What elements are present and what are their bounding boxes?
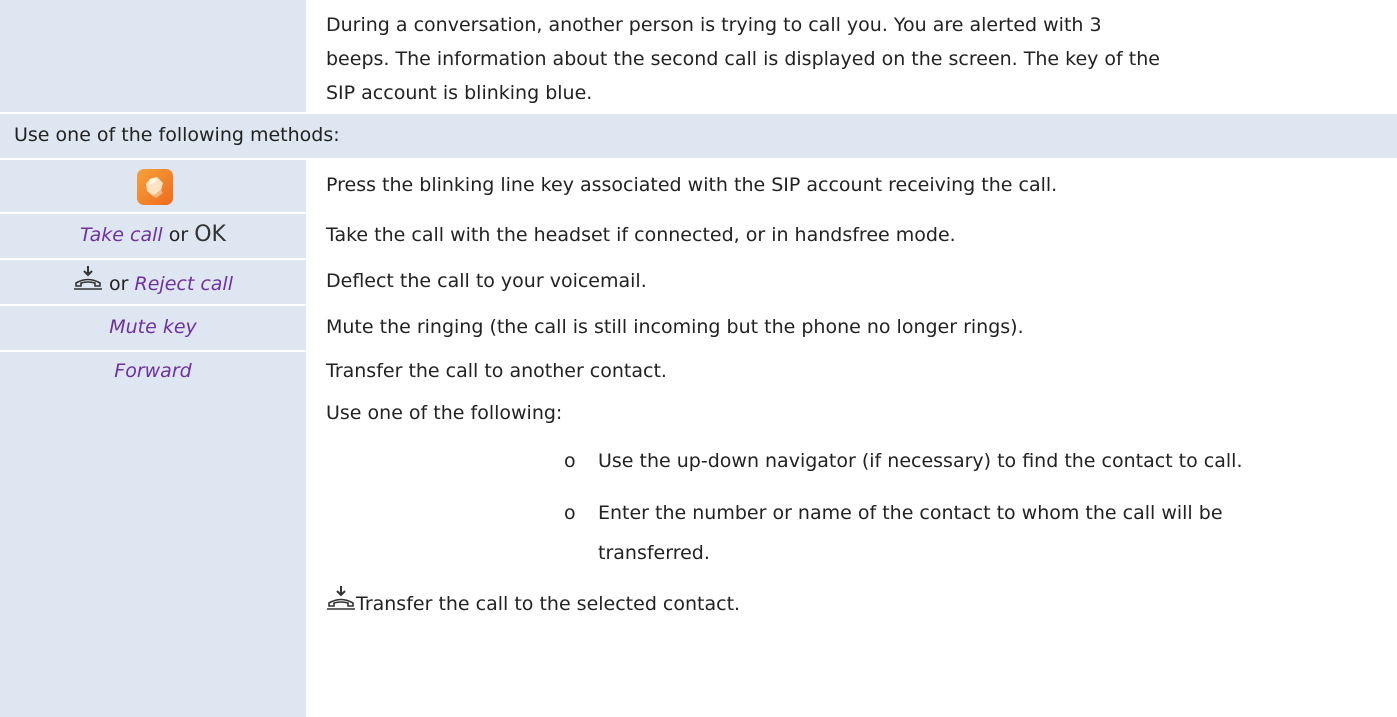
forward-final-text: Transfer the call to the selected contac…	[356, 593, 741, 615]
bullet-text: Enter the number or name of the contact …	[598, 502, 1223, 524]
method-desc: Take the call with the headset if connec…	[326, 224, 956, 246]
method-desc-cell: Deflect the call to your voicemail.	[308, 260, 1397, 304]
mute-key-softkey: Mute key	[109, 316, 197, 338]
take-call-softkey: Take call	[80, 224, 163, 246]
document-page: During a conversation, another person is…	[0, 0, 1397, 717]
intro-right-cell: During a conversation, another person is…	[308, 0, 1397, 112]
bullet-marker: o	[564, 502, 576, 524]
intro-line-2: beeps. The information about the second …	[326, 48, 1160, 70]
ok-key-icon: OK	[194, 222, 226, 247]
intro-line-3: SIP account is blinking blue.	[326, 82, 593, 104]
method-desc: Deflect the call to your voicemail.	[326, 270, 647, 292]
method-row-mute-key: Mute key Mute the ringing (the call is s…	[0, 306, 1397, 350]
intro-paragraph: During a conversation, another person is…	[326, 8, 1376, 110]
reject-call-softkey: Reject call	[134, 273, 233, 295]
intro-left-cell	[0, 0, 306, 112]
method-key-cell: Forward	[0, 352, 306, 717]
forward-final-step: Transfer the call to the selected contac…	[326, 584, 740, 625]
intro-line-1: During a conversation, another person is…	[326, 14, 1102, 36]
forward-desc: Transfer the call to another contact.	[326, 360, 667, 382]
hang-up-icon	[326, 584, 356, 625]
bullet-marker: o	[564, 450, 576, 472]
connector-text: or	[109, 273, 129, 295]
method-key-cell	[0, 160, 306, 212]
method-desc-cell: Take the call with the headset if connec…	[308, 214, 1397, 258]
bullet-text: Use the up-down navigator (if necessary)…	[598, 450, 1243, 472]
methods-header-row: Use one of the following methods:	[0, 114, 1397, 158]
method-row-reject-call: or Reject call Deflect the call to your …	[0, 260, 1397, 304]
method-desc-cell: Transfer the call to another contact. Us…	[308, 352, 1397, 717]
method-desc: Mute the ringing (the call is still inco…	[326, 316, 1024, 338]
reject-call-key-label: or Reject call	[0, 264, 306, 305]
methods-header: Use one of the following methods:	[14, 124, 340, 146]
intro-row: During a conversation, another person is…	[0, 0, 1397, 112]
method-desc: Press the blinking line key associated w…	[326, 174, 1058, 196]
hang-up-icon	[73, 264, 103, 305]
bullet-text-continued: transferred.	[598, 542, 710, 564]
method-key-cell: or Reject call	[0, 260, 306, 304]
forward-sub-intro: Use one of the following:	[326, 402, 563, 424]
sip-account-line-key-icon	[137, 169, 173, 205]
method-row-line-key: Press the blinking line key associated w…	[0, 160, 1397, 212]
method-desc-cell: Mute the ringing (the call is still inco…	[308, 306, 1397, 350]
take-call-key-label: Take call or OK	[0, 218, 306, 252]
method-row-forward: Forward Transfer the call to another con…	[0, 352, 1397, 717]
forward-softkey: Forward	[114, 360, 192, 382]
method-key-cell: Take call or OK	[0, 214, 306, 258]
method-key-cell: Mute key	[0, 306, 306, 350]
method-row-take-call: Take call or OK Take the call with the h…	[0, 214, 1397, 258]
method-desc-cell: Press the blinking line key associated w…	[308, 160, 1397, 212]
connector-text: or	[168, 224, 189, 246]
